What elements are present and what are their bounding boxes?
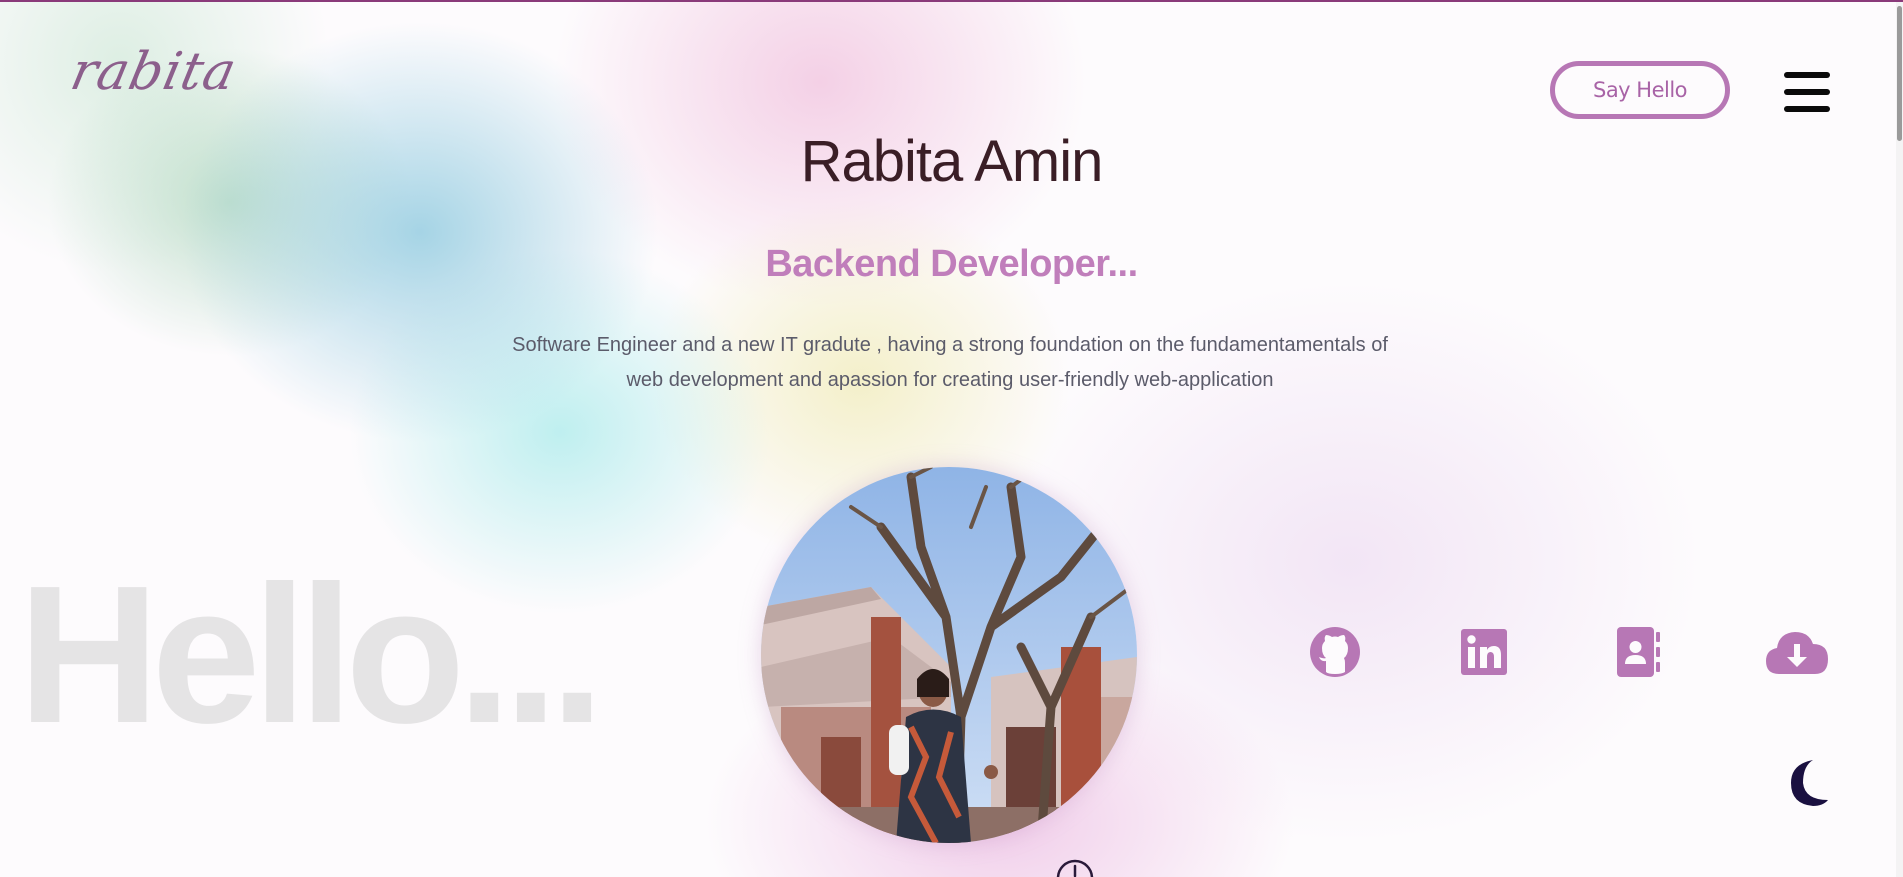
hello-background-text: Hello... [18,545,605,764]
contact-link[interactable] [1608,624,1668,680]
scroll-down-icon [1056,859,1094,877]
moon-icon [1791,760,1828,806]
github-link[interactable] [1305,624,1365,680]
page-scrollbar[interactable] [1896,2,1903,877]
portfolio-page: rabita Say Hello Rabita Amin Backend Dev… [0,0,1903,877]
hero-bio-line-2: web development and apassion for creatin… [626,369,1274,391]
hero-name: Rabita Amin [800,129,1104,194]
hamburger-menu-icon[interactable] [1784,72,1830,112]
scrollbar-thumb[interactable] [1897,6,1902,141]
hero-role: Backend Developer... [765,243,1138,285]
linkedin-link[interactable] [1454,624,1514,680]
linkedin-icon [1461,629,1507,675]
hero-bio: Software Engineer and a new IT gradute ,… [450,328,1450,398]
contact-book-icon [1617,627,1660,677]
github-icon [1310,627,1360,677]
profile-photo [761,467,1137,843]
scroll-down-button[interactable] [1055,858,1095,877]
site-logo[interactable]: rabita [66,42,242,102]
say-hello-button[interactable]: Say Hello [1550,61,1730,119]
cloud-download-icon [1766,632,1828,674]
download-cv-link[interactable] [1765,624,1829,680]
hero-bio-line-1: Software Engineer and a new IT gradute ,… [512,334,1388,356]
theme-toggle[interactable] [1783,758,1829,808]
